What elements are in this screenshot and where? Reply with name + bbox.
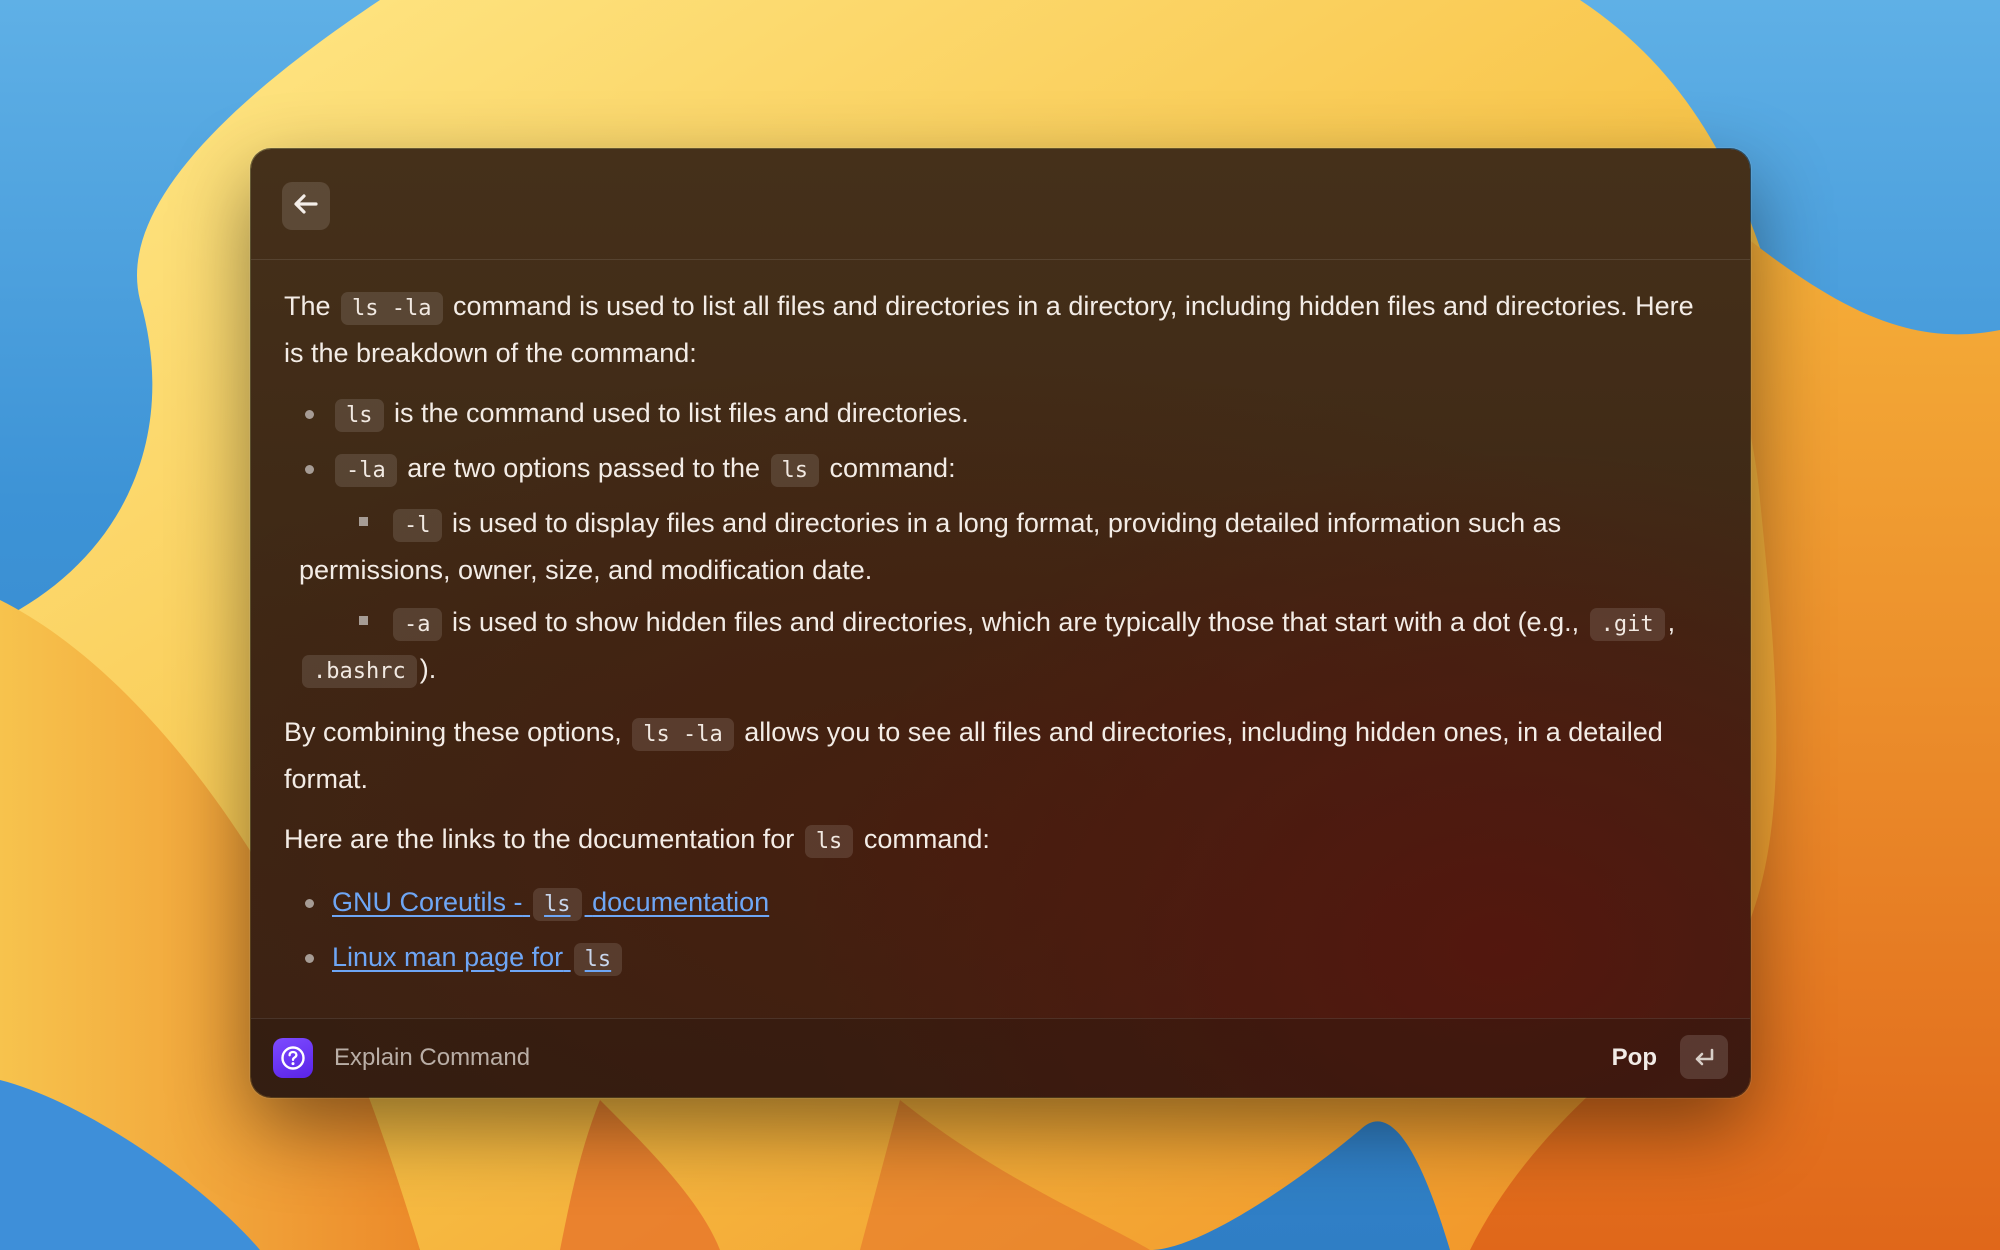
square-bullet-icon xyxy=(359,616,368,626)
breakdown-list: ls is the command used to list files and… xyxy=(284,391,1714,694)
sub-list-item: -l is used to display files and director… xyxy=(284,501,1714,592)
inline-code[interactable]: ls xyxy=(533,888,582,921)
return-key-icon[interactable] xyxy=(1680,1035,1728,1079)
separator-text: , xyxy=(1667,607,1676,637)
inline-code: -a xyxy=(393,608,442,641)
inline-code: ls xyxy=(335,399,384,432)
inline-code: ls -la xyxy=(632,718,734,751)
intro-paragraph: The ls -la command is used to list all f… xyxy=(284,284,1714,375)
inline-code: -l xyxy=(393,509,442,542)
link-text[interactable]: GNU Coreutils - xyxy=(332,887,523,917)
inline-code: -la xyxy=(335,454,397,487)
inline-code: ls -la xyxy=(341,292,443,325)
links-intro-text-2: command: xyxy=(863,824,990,854)
list-item: GNU Coreutils - ls documentation xyxy=(284,880,1714,927)
list-item-text: is used to show hidden files and directo… xyxy=(452,607,1580,637)
list-item: Linux man page for ls xyxy=(284,935,1714,982)
explanation-content: The ls -la command is used to list all f… xyxy=(284,284,1714,998)
linux-man-page-link[interactable]: Linux man page for ls xyxy=(332,942,625,976)
explain-command-window: The ls -la command is used to list all f… xyxy=(251,149,1750,1097)
command-title: Explain Command xyxy=(334,1044,531,1071)
link-text[interactable]: Linux man page for xyxy=(332,942,563,972)
intro-text-1: The xyxy=(284,291,331,321)
arrow-left-icon xyxy=(293,193,319,220)
links-intro-paragraph: Here are the links to the documentation … xyxy=(284,817,1714,864)
summary-text-1: By combining these options, xyxy=(284,717,622,747)
gnu-coreutils-link[interactable]: GNU Coreutils - ls documentation xyxy=(332,887,769,921)
action-bar: Explain Command Pop xyxy=(251,1018,1750,1097)
list-item: -la are two options passed to the ls com… xyxy=(284,446,1714,493)
links-intro-text-1: Here are the links to the documentation … xyxy=(284,824,795,854)
question-circle-icon xyxy=(273,1038,313,1078)
square-bullet-icon xyxy=(359,517,368,527)
inline-code: ls xyxy=(770,454,820,487)
sub-list-item: -a is used to show hidden files and dire… xyxy=(284,600,1714,694)
list-item-text: are two options passed to the xyxy=(407,453,760,483)
list-item-text: is the command used to list files and di… xyxy=(394,398,969,428)
list-item: ls is the command used to list files and… xyxy=(284,391,1714,438)
list-item-text: is used to display files and directories… xyxy=(299,508,1562,585)
window-header xyxy=(251,149,1750,260)
inline-code: .bashrc xyxy=(302,655,417,688)
inline-code[interactable]: ls xyxy=(573,943,623,976)
intro-text-2: command is used to list all files and di… xyxy=(284,291,1694,368)
list-item-text: command: xyxy=(829,453,956,483)
pop-action-button[interactable]: Pop xyxy=(1612,1041,1657,1075)
back-button[interactable] xyxy=(282,182,330,230)
documentation-links-list: GNU Coreutils - ls documentation Linux m… xyxy=(284,880,1714,982)
inline-code: .git xyxy=(1589,608,1665,641)
list-item-text: ). xyxy=(419,654,437,684)
link-text[interactable]: documentation xyxy=(592,887,769,917)
inline-code: ls xyxy=(804,825,854,858)
summary-paragraph: By combining these options, ls -la allow… xyxy=(284,710,1714,801)
